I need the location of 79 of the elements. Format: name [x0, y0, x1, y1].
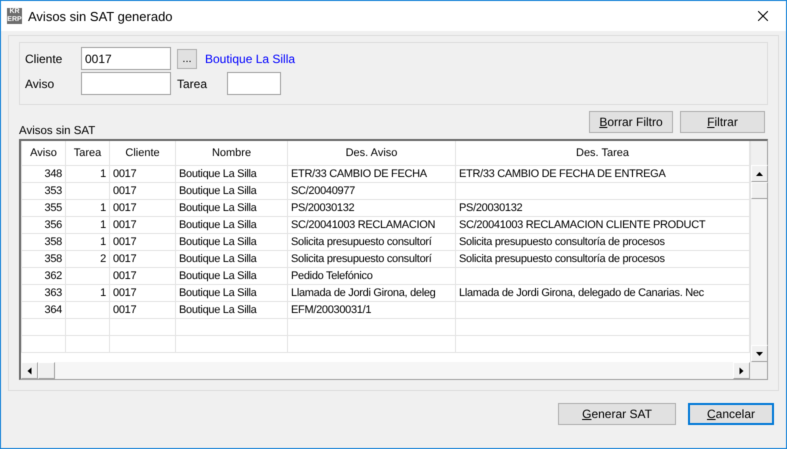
table-cell: 0017 [110, 216, 176, 233]
client-name: Boutique La Silla [205, 52, 296, 66]
table-cell: 353 [22, 182, 66, 199]
table-cell: Boutique La Silla [176, 199, 288, 216]
grid-title: Avisos sin SAT [19, 125, 96, 137]
table-cell: Solicita presupuesto consultorí [288, 250, 456, 267]
table-cell: PS/20030132 [288, 199, 456, 216]
table-cell: Boutique La Silla [176, 267, 288, 284]
table-cell: 1 [66, 216, 110, 233]
up-arrow-icon [756, 172, 763, 176]
scroll-thumb[interactable] [751, 182, 768, 199]
table-cell: Boutique La Silla [176, 216, 288, 233]
table-cell: Solicita presupuesto consultoría de procesos [456, 233, 750, 250]
table-cell: Boutique La Silla [176, 284, 288, 301]
table-cell: Boutique La Silla [176, 301, 288, 318]
table-cell: 0017 [110, 250, 176, 267]
horizontal-scroll-thumb[interactable] [38, 362, 55, 379]
scroll-down-button[interactable] [751, 345, 768, 362]
cliente-field[interactable]: 0017 [81, 47, 171, 70]
table-cell: 364 [22, 301, 66, 318]
table-cell: 348 [22, 165, 66, 182]
table-cell: EFM/20030031/1 [288, 301, 456, 318]
cancel-button[interactable]: Cancelar [688, 403, 774, 425]
table-cell: 1 [66, 165, 110, 182]
table-cell: SC/20040977 [288, 182, 456, 199]
tarea-label: Tarea [177, 76, 205, 90]
table-cell: 0017 [110, 233, 176, 250]
close-icon [758, 11, 768, 21]
table-cell: Boutique La Silla [176, 233, 288, 250]
right-arrow-icon [740, 367, 744, 374]
column-header[interactable]: Aviso [22, 141, 66, 165]
table-cell: 0017 [110, 165, 176, 182]
scroll-left-button[interactable] [21, 362, 38, 379]
down-arrow-icon [756, 352, 763, 356]
column-header[interactable]: Nombre [176, 141, 288, 165]
column-header[interactable]: Tarea [66, 141, 110, 165]
table-cell: 356 [22, 216, 66, 233]
table-cell: ETR/33 CAMBIO DE FECHA [288, 165, 456, 182]
table-cell: 358 [22, 233, 66, 250]
table-cell: Llamada de Jordi Girona, delegado de Canarias. Nec [456, 284, 750, 301]
generate-button[interactable]: Generar SAT [558, 403, 676, 425]
table-cell: Pedido Telefónico [288, 267, 456, 284]
column-header[interactable]: Cliente [110, 141, 176, 165]
table-cell: 0017 [110, 199, 176, 216]
table-cell: 0017 [110, 182, 176, 199]
table-cell: 1 [66, 233, 110, 250]
table-cell: 363 [22, 284, 66, 301]
table-cell: ETR/33 CAMBIO DE FECHA DE ENTREGA [456, 165, 750, 182]
tarea-field[interactable] [227, 72, 281, 95]
table-cell: 0017 [110, 301, 176, 318]
table-cell: Solicita presupuesto consultorí [288, 233, 456, 250]
left-arrow-icon [28, 367, 32, 374]
table-cell: 1 [66, 284, 110, 301]
table-cell: SC/20041003 RECLAMACION [288, 216, 456, 233]
aviso-field[interactable] [81, 72, 171, 95]
table-cell: Llamada de Jordi Girona, deleg [288, 284, 456, 301]
table-cell: Boutique La Silla [176, 182, 288, 199]
table-cell: 0017 [110, 267, 176, 284]
table-cell: Solicita presupuesto consultoría de procesos [456, 250, 750, 267]
table-cell: Boutique La Silla [176, 250, 288, 267]
table-cell: 2 [66, 250, 110, 267]
browse-button[interactable]: ... [177, 48, 197, 68]
cliente-label: Cliente [25, 52, 64, 66]
window-title: Avisos sin SAT generado [28, 8, 174, 24]
scroll-up-button[interactable] [751, 165, 768, 182]
aviso-label: Aviso [25, 76, 56, 90]
scroll-right-button[interactable] [733, 362, 750, 379]
clear-filter-button[interactable]: Borrar Filtro [589, 111, 673, 133]
column-header[interactable]: Des. Tarea [456, 141, 750, 165]
filter-button[interactable]: Filtrar [680, 111, 765, 133]
table-cell: 0017 [110, 284, 176, 301]
table-cell: 1 [66, 199, 110, 216]
table-cell: Boutique La Silla [176, 165, 288, 182]
table-cell: 355 [22, 199, 66, 216]
column-header[interactable]: Des. Aviso [288, 141, 456, 165]
table-cell: 358 [22, 250, 66, 267]
table-cell: 362 [22, 267, 66, 284]
table-cell: PS/20030132 [456, 199, 750, 216]
table-cell: SC/20041003 RECLAMACION CLIENTE PRODUCT [456, 216, 750, 233]
